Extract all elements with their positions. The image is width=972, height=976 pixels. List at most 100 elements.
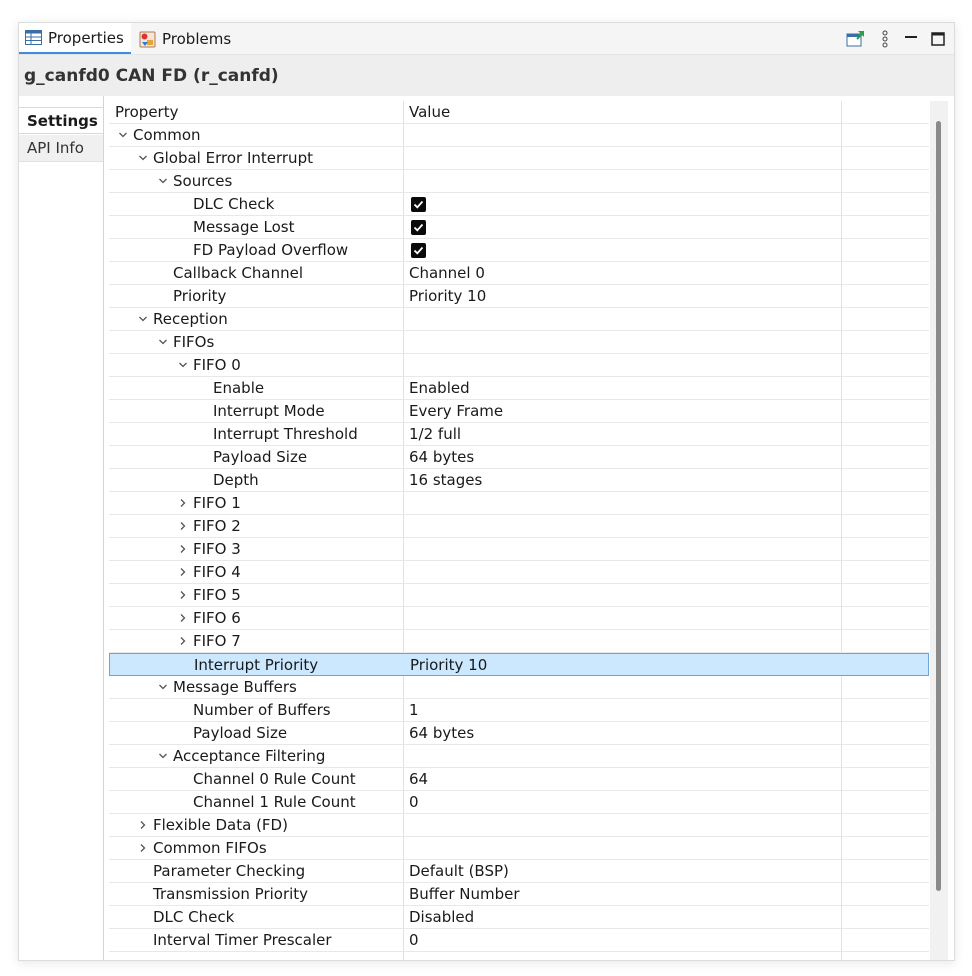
- value-cell[interactable]: [409, 193, 839, 215]
- value-cell[interactable]: 0: [409, 929, 839, 951]
- property-row[interactable]: Priority Priority 10: [109, 285, 929, 308]
- checkbox-checked[interactable]: [411, 219, 426, 235]
- value-cell[interactable]: 0: [409, 791, 839, 813]
- property-row[interactable]: Interrupt Priority Priority 10: [109, 653, 929, 676]
- property-row[interactable]: Number of Buffers 1: [109, 699, 929, 722]
- property-row[interactable]: Message Buffers: [109, 676, 929, 699]
- value-cell[interactable]: Every Frame: [409, 400, 839, 422]
- chevron-right-icon[interactable]: [173, 607, 193, 629]
- value-cell[interactable]: [409, 814, 839, 836]
- scrollbar-thumb[interactable]: [936, 121, 941, 891]
- property-row[interactable]: Payload Size 64 bytes: [109, 722, 929, 745]
- value-cell[interactable]: [409, 239, 839, 261]
- value-cell[interactable]: [409, 216, 839, 238]
- value-cell[interactable]: Priority 10: [409, 285, 839, 307]
- tab-api-info[interactable]: API Info: [19, 135, 103, 162]
- chevron-right-icon[interactable]: [173, 561, 193, 583]
- column-header-property[interactable]: Property: [109, 101, 409, 123]
- property-row[interactable]: FIFO 7: [109, 630, 929, 653]
- property-row[interactable]: Parameter Checking Default (BSP): [109, 860, 929, 883]
- value-cell[interactable]: 1: [409, 699, 839, 721]
- value-cell[interactable]: [409, 538, 839, 560]
- value-cell[interactable]: [409, 515, 839, 537]
- property-row[interactable]: Interrupt Mode Every Frame: [109, 400, 929, 423]
- chevron-down-icon[interactable]: [153, 331, 173, 353]
- property-row[interactable]: Interrupt Threshold 1/2 full: [109, 423, 929, 446]
- property-row[interactable]: Acceptance Filtering: [109, 745, 929, 768]
- property-row[interactable]: Interval Timer Prescaler 0: [109, 929, 929, 952]
- property-row[interactable]: Channel 1 Rule Count 0: [109, 791, 929, 814]
- value-cell[interactable]: 64 bytes: [409, 446, 839, 468]
- value-cell[interactable]: [409, 607, 839, 629]
- property-row[interactable]: FIFO 6: [109, 607, 929, 630]
- chevron-right-icon[interactable]: [173, 515, 193, 537]
- value-cell[interactable]: 16 stages: [409, 469, 839, 491]
- value-cell[interactable]: [409, 492, 839, 514]
- property-row[interactable]: Enable Enabled: [109, 377, 929, 400]
- value-cell[interactable]: Default (BSP): [409, 860, 839, 882]
- column-header-value[interactable]: Value: [409, 101, 839, 123]
- property-row[interactable]: DLC Check Disabled: [109, 906, 929, 929]
- property-row[interactable]: FIFO 4: [109, 561, 929, 584]
- maximize-icon[interactable]: [928, 29, 948, 49]
- chevron-right-icon[interactable]: [133, 814, 153, 836]
- chevron-down-icon[interactable]: [113, 124, 133, 146]
- tab-properties[interactable]: Properties: [19, 23, 131, 54]
- value-cell[interactable]: [409, 676, 839, 698]
- chevron-down-icon[interactable]: [153, 745, 173, 767]
- property-row[interactable]: FIFO 2: [109, 515, 929, 538]
- value-cell[interactable]: [409, 124, 839, 146]
- chevron-down-icon[interactable]: [173, 354, 193, 376]
- value-cell[interactable]: 64: [409, 768, 839, 790]
- chevron-right-icon[interactable]: [173, 584, 193, 606]
- property-row[interactable]: Global Error Interrupt: [109, 147, 929, 170]
- chevron-down-icon[interactable]: [133, 308, 153, 330]
- value-cell[interactable]: [409, 147, 839, 169]
- chevron-right-icon[interactable]: [173, 630, 193, 652]
- chevron-right-icon[interactable]: [173, 492, 193, 514]
- value-cell[interactable]: [409, 170, 839, 192]
- value-cell[interactable]: Priority 10: [410, 654, 840, 676]
- value-cell[interactable]: Disabled: [409, 906, 839, 928]
- value-cell[interactable]: [409, 745, 839, 767]
- checkbox-checked[interactable]: [411, 242, 426, 258]
- property-row[interactable]: Transmission Priority Buffer Number: [109, 883, 929, 906]
- property-row[interactable]: Common: [109, 124, 929, 147]
- value-cell[interactable]: 1/2 full: [409, 423, 839, 445]
- chevron-right-icon[interactable]: [173, 538, 193, 560]
- value-cell[interactable]: [409, 354, 839, 376]
- value-cell[interactable]: [409, 630, 839, 652]
- property-row[interactable]: Sources: [109, 170, 929, 193]
- minimize-icon[interactable]: [901, 29, 921, 49]
- property-row[interactable]: Reception: [109, 308, 929, 331]
- chevron-down-icon[interactable]: [153, 170, 173, 192]
- value-cell[interactable]: Channel 0: [409, 262, 839, 284]
- checkbox-checked[interactable]: [411, 196, 426, 212]
- value-cell[interactable]: Buffer Number: [409, 883, 839, 905]
- property-row[interactable]: Message Lost: [109, 216, 929, 239]
- value-cell[interactable]: [409, 308, 839, 330]
- tab-problems[interactable]: Problems: [133, 23, 243, 54]
- more-icon[interactable]: [875, 29, 895, 49]
- property-row[interactable]: Flexible Data (FD): [109, 814, 929, 837]
- property-row[interactable]: Payload Size 64 bytes: [109, 446, 929, 469]
- chevron-down-icon[interactable]: [153, 676, 173, 698]
- value-cell[interactable]: [409, 561, 839, 583]
- pin-icon[interactable]: [846, 29, 866, 49]
- chevron-down-icon[interactable]: [133, 147, 153, 169]
- property-row[interactable]: Channel 0 Rule Count 64: [109, 768, 929, 791]
- property-row[interactable]: Depth 16 stages: [109, 469, 929, 492]
- value-cell[interactable]: 64 bytes: [409, 722, 839, 744]
- property-row[interactable]: FIFO 1: [109, 492, 929, 515]
- value-cell[interactable]: [409, 837, 839, 859]
- chevron-right-icon[interactable]: [133, 837, 153, 859]
- property-row[interactable]: Common FIFOs: [109, 837, 929, 860]
- value-cell[interactable]: [409, 331, 839, 353]
- property-row[interactable]: Callback Channel Channel 0: [109, 262, 929, 285]
- value-cell[interactable]: Enabled: [409, 377, 839, 399]
- tab-settings[interactable]: Settings: [19, 107, 103, 134]
- property-row[interactable]: FIFOs: [109, 331, 929, 354]
- property-row[interactable]: DLC Check: [109, 193, 929, 216]
- property-row[interactable]: FD Payload Overflow: [109, 239, 929, 262]
- property-row[interactable]: FIFO 0: [109, 354, 929, 377]
